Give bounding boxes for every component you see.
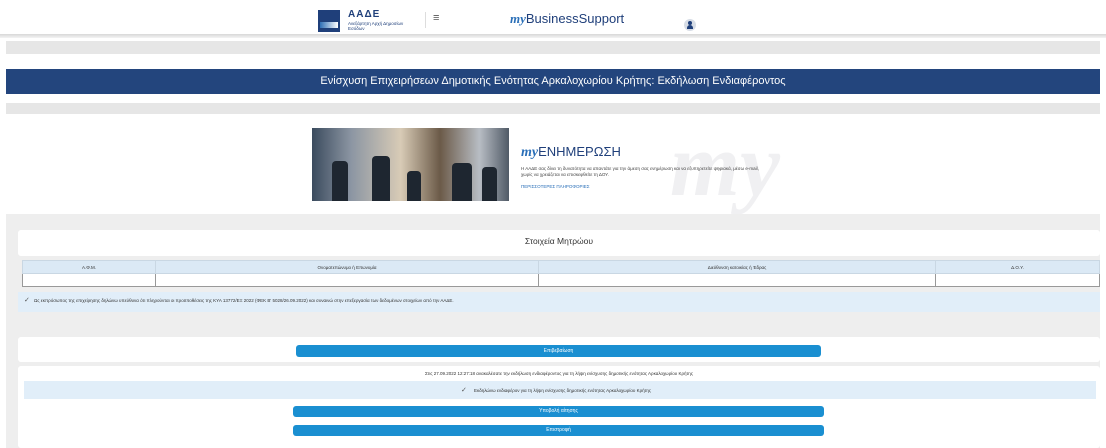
banner-title: myΕΝΗΜΕΡΩΣΗ	[521, 144, 621, 161]
banner-photo	[312, 128, 509, 201]
confirm-button[interactable]: Επιβεβαίωση	[296, 345, 821, 357]
logo-title: ΑΑΔΕ	[348, 9, 381, 20]
column-header-address: Διεύθυνση κατοικίας ή Έδρας	[538, 260, 936, 274]
column-header-name: Ονοματεπώνυμο ή Επωνυμία	[155, 260, 539, 274]
hamburger-icon[interactable]: ≡	[433, 12, 439, 24]
table-row	[22, 273, 1100, 287]
brand-name: BusinessSupport	[525, 11, 625, 26]
spacer-band	[6, 41, 1100, 54]
interest-text: Εκδηλώνω ενδιαφέρον για τη λήψη ενίσχυση…	[474, 388, 652, 393]
banner-title-text: ΕΝΗΜΕΡΩΣΗ	[538, 144, 621, 159]
brand-title[interactable]: myBusinessSupport	[510, 11, 624, 27]
page-title: Ενίσχυση Επιχειρήσεων Δημοτικής Ενότητας…	[6, 69, 1100, 94]
consent-text: Ως εκπρόσωπος της επιχείρησης δηλώνω υπε…	[34, 298, 454, 303]
submit-application-button[interactable]: Υποβολή αίτησης	[293, 406, 824, 417]
checkmark-icon[interactable]: ✓	[24, 296, 30, 304]
banner-title-my: my	[521, 145, 539, 160]
brand-my: my	[510, 11, 526, 26]
header-shadow	[0, 34, 1106, 38]
table-header-row: Α.Φ.Μ. Ονοματεπώνυμο ή Επωνυμία Διεύθυνσ…	[22, 260, 1100, 274]
cell-address	[538, 273, 936, 287]
header-divider	[425, 12, 426, 28]
logo-subtitle: Ανεξάρτητη Αρχή Δημοσίων Εσόδων	[348, 21, 404, 31]
cell-name	[155, 273, 539, 287]
status-text: Στις 27.09.2022 12:27:18 ανακαλέσατε την…	[425, 371, 693, 376]
cell-doy	[935, 273, 1100, 287]
user-icon[interactable]	[684, 19, 696, 31]
aade-logo-icon[interactable]	[318, 10, 340, 32]
banner-description: Η ΑΑΔΕ σας δίνει τη δυνατότητα να απαντά…	[521, 166, 759, 177]
more-info-link[interactable]: ΠΕΡΙΣΣΟΤΕΡΕΣ ΠΛΗΡΟΦΟΡΙΕΣ	[521, 184, 589, 189]
column-header-doy: Δ.Ο.Υ.	[935, 260, 1100, 274]
registry-table: Α.Φ.Μ. Ονοματεπώνυμο ή Επωνυμία Διεύθυνσ…	[22, 260, 1100, 287]
column-header-afm: Α.Φ.Μ.	[22, 260, 156, 274]
cell-afm	[22, 273, 156, 287]
back-button[interactable]: Επιστροφή	[293, 425, 824, 436]
spacer-band-2	[6, 103, 1100, 114]
checkmark-icon[interactable]: ✓	[461, 386, 467, 394]
registry-title: Στοιχεία Μητρώου	[524, 236, 594, 246]
